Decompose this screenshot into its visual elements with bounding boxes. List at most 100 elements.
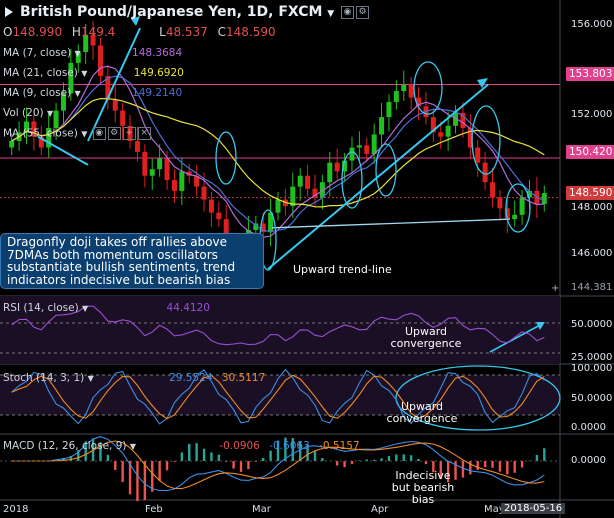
candle bbox=[379, 117, 385, 135]
candle bbox=[327, 162, 333, 183]
axis-label: 100.000 bbox=[571, 363, 613, 374]
candle bbox=[120, 110, 126, 126]
candle bbox=[386, 101, 392, 118]
indicator-ma21[interactable]: MA (21, close) ▼ 149.6920 bbox=[3, 67, 184, 79]
trendline-note: Upward trend-line bbox=[293, 263, 392, 276]
price-tag-last: 148.590 bbox=[566, 186, 614, 200]
axis-label: 0.0000 bbox=[571, 422, 606, 433]
stoch-d-value: 30.5117 bbox=[221, 372, 266, 384]
chevron-down-icon[interactable]: ▼ bbox=[130, 442, 136, 451]
indicator-ma9[interactable]: MA (9, close) ▼ 149.2140 bbox=[3, 87, 182, 99]
indicator-value: 148.3684 bbox=[132, 47, 183, 59]
candle bbox=[475, 147, 481, 163]
open-value: 148.990 bbox=[12, 25, 63, 39]
close-icon[interactable]: × bbox=[137, 127, 151, 140]
symbol-title-text: British Pound/Japanese Yen, 1D, FXCM bbox=[20, 4, 323, 20]
x-axis-label: Mar bbox=[252, 504, 271, 515]
candle bbox=[134, 141, 140, 152]
indicator-ma7[interactable]: MA (7, close) ▼ 148.3684 bbox=[3, 47, 182, 59]
candle bbox=[541, 193, 547, 204]
candle bbox=[157, 158, 163, 170]
chevron-down-icon[interactable]: ▼ bbox=[81, 130, 87, 139]
macd-label: MACD (12, 26, close, 9) bbox=[3, 440, 127, 452]
candle bbox=[371, 134, 377, 155]
macd-signal-value: -0.5157 bbox=[319, 440, 360, 452]
chart-window: { "title": "British Pound/Japanese Yen, … bbox=[0, 0, 614, 518]
stoch-note: Upward convergence bbox=[386, 400, 458, 425]
candle bbox=[208, 199, 214, 213]
candle bbox=[142, 151, 148, 176]
high-value: 149.4 bbox=[80, 25, 116, 39]
trend-arrow bbox=[37, 135, 89, 166]
settings-icon[interactable]: ⚙ bbox=[107, 127, 121, 140]
support-line bbox=[271, 218, 511, 229]
candle bbox=[171, 180, 177, 191]
price-tag-resistance: 153.803 bbox=[566, 67, 614, 81]
chevron-down-icon[interactable]: ▼ bbox=[75, 49, 81, 58]
candle bbox=[334, 162, 340, 172]
axis-label: 152.000 bbox=[571, 109, 613, 120]
analysis-callout: Dragonfly doji takes off rallies above 7… bbox=[0, 233, 264, 289]
chevron-down-icon[interactable]: ▼ bbox=[81, 69, 87, 78]
indicator-label: Vol (20) bbox=[3, 107, 44, 119]
crosshair-date-label: 2018-05-16 bbox=[501, 503, 566, 514]
x-axis-label: 2018 bbox=[3, 504, 29, 515]
chevron-down-icon[interactable]: ▼ bbox=[47, 109, 53, 118]
macd-line-value: -0.6063 bbox=[269, 440, 310, 452]
stoch-label: Stoch (14, 3, 1) bbox=[3, 372, 85, 384]
rsi-value: 44.4120 bbox=[166, 302, 210, 314]
candle bbox=[445, 125, 451, 137]
candle bbox=[149, 169, 155, 176]
axis-label: 148.000 bbox=[571, 202, 613, 213]
symbol-title[interactable]: British Pound/Japanese Yen, 1D, FXCM ▼ ◉… bbox=[20, 4, 370, 20]
candle bbox=[297, 175, 303, 187]
candle bbox=[519, 197, 525, 215]
candle bbox=[512, 214, 518, 220]
axis-label: 146.000 bbox=[571, 248, 613, 259]
x-axis-label: Apr bbox=[371, 504, 389, 515]
macd-histogram-value: -0.0906 bbox=[219, 440, 260, 452]
rsi-note: Upward convergence bbox=[390, 325, 462, 350]
chevron-down-icon[interactable]: ▼ bbox=[327, 9, 334, 19]
indicator-value: 149.6920 bbox=[133, 67, 184, 79]
eye-icon[interactable]: ◉ bbox=[341, 5, 355, 19]
eye-icon[interactable]: ◉ bbox=[92, 127, 106, 140]
axis-label: 50.0000 bbox=[571, 393, 613, 404]
candle bbox=[9, 141, 15, 148]
macd-note: Indecisive but bearish bias bbox=[391, 469, 455, 506]
high-label: H bbox=[71, 25, 81, 39]
rsi-legend[interactable]: RSI (14, close) ▼ 44.4120 bbox=[3, 302, 210, 314]
add-icon[interactable]: + bbox=[122, 127, 136, 140]
candle bbox=[490, 182, 496, 198]
candle bbox=[497, 197, 503, 209]
axis-label: 25.0000 bbox=[571, 352, 613, 363]
candle bbox=[216, 212, 222, 220]
indicator-ma55[interactable]: MA (55, close) ▼ ◉ ⚙ + × bbox=[3, 127, 151, 140]
axis-label: 50.0000 bbox=[571, 319, 613, 330]
collapse-icon[interactable] bbox=[3, 5, 15, 17]
settings-icon[interactable]: ⚙ bbox=[356, 5, 370, 19]
candle bbox=[112, 99, 118, 111]
candle bbox=[305, 175, 311, 189]
candle bbox=[401, 84, 407, 92]
indicator-label: MA (21, close) bbox=[3, 67, 78, 79]
chevron-down-icon[interactable]: ▼ bbox=[82, 304, 88, 313]
candle bbox=[179, 171, 185, 191]
ohlc-readout: O148.990 H149.4 L48.537 C148.590 bbox=[3, 25, 276, 39]
axis-label: 156.000 bbox=[571, 19, 613, 30]
stoch-k-value: 29.5524 bbox=[169, 372, 213, 384]
indicator-vol[interactable]: Vol (20) ▼ bbox=[3, 107, 53, 119]
stoch-legend[interactable]: Stoch (14, 3, 1) ▼ 29.5524 30.5117 bbox=[3, 372, 265, 384]
x-axis-label: Feb bbox=[145, 504, 163, 515]
chevron-down-icon[interactable]: ▼ bbox=[75, 89, 81, 98]
candle bbox=[53, 110, 59, 128]
axis-label: 0.0000 bbox=[571, 455, 606, 466]
indicator-label: MA (7, close) bbox=[3, 47, 72, 59]
low-value: 48.537 bbox=[165, 25, 208, 39]
candle bbox=[275, 199, 281, 213]
chevron-down-icon[interactable]: ▼ bbox=[88, 374, 94, 383]
axis-label: 144.381 bbox=[571, 282, 613, 293]
macd-legend[interactable]: MACD (12, 26, close, 9) ▼ -0.0906 -0.606… bbox=[3, 440, 360, 452]
candle bbox=[482, 162, 488, 183]
candle bbox=[201, 186, 207, 200]
